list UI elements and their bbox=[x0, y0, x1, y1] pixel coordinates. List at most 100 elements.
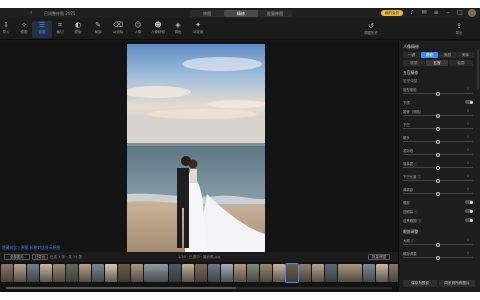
menu-icon[interactable]: ≡ bbox=[432, 9, 440, 17]
panel-scrollbar[interactable] bbox=[477, 49, 479, 89]
tool-local[interactable]: ✎ 局部 bbox=[88, 21, 108, 38]
tool-ai-background[interactable]: ✦ AI背景 bbox=[188, 21, 208, 38]
slider[interactable] bbox=[403, 152, 473, 157]
slider-handle[interactable] bbox=[436, 152, 440, 157]
photo-preview[interactable] bbox=[127, 44, 265, 252]
filmstrip-thumbnail[interactable] bbox=[66, 264, 78, 282]
tool-retouch[interactable]: ✧ 修图 bbox=[14, 21, 34, 38]
back-arrow-icon[interactable]: ‹ bbox=[30, 10, 36, 16]
filmstrip-thumbnail[interactable] bbox=[299, 264, 311, 282]
app-window: ‹ 已调整修图 2025 修图 精修 批量修图 我的会员 ♪ ✉ ≡ – □ ⇩… bbox=[0, 8, 480, 292]
face-icon: ☻ bbox=[154, 21, 162, 29]
history-button[interactable]: ↺ 调整历史 bbox=[360, 22, 382, 36]
toggle-switch[interactable] bbox=[465, 218, 473, 222]
filmstrip-thumbnail[interactable] bbox=[363, 264, 375, 282]
photo-canvas[interactable]: 隐藏对比 | 原图 长按对比显示原图 bbox=[0, 41, 398, 252]
slider-handle[interactable] bbox=[436, 242, 440, 247]
filmstrip-thumbnail[interactable] bbox=[53, 264, 65, 282]
filmstrip-thumbnail[interactable] bbox=[325, 264, 337, 282]
tool-adjust[interactable]: ☰ 调整 bbox=[32, 21, 52, 38]
filmstrip-thumbnail[interactable] bbox=[40, 264, 52, 282]
filmstrip-thumbnail[interactable] bbox=[118, 264, 130, 282]
wedding-photo-image bbox=[127, 44, 265, 252]
slider[interactable] bbox=[403, 242, 473, 247]
control-label: 祛眼袋 ⓘ bbox=[403, 210, 418, 214]
slider[interactable] bbox=[403, 126, 473, 131]
filmstrip-thumbnail[interactable] bbox=[273, 264, 285, 282]
slider-handle[interactable] bbox=[436, 165, 440, 170]
maximize-icon[interactable]: □ bbox=[456, 9, 464, 17]
filmstrip-thumbnail[interactable] bbox=[169, 264, 181, 282]
slider-handle[interactable] bbox=[436, 139, 440, 144]
all-images-button[interactable]: 全部图片 bbox=[4, 254, 30, 260]
tool-ai-erase[interactable]: ⌫ AI消除 bbox=[108, 21, 128, 38]
filmstrip-thumbnail[interactable] bbox=[247, 264, 259, 282]
filmstrip-thumbnail[interactable] bbox=[27, 264, 39, 282]
slider-handle[interactable] bbox=[436, 255, 440, 260]
save-preset-button[interactable]: 保存为预设 bbox=[403, 280, 437, 287]
slider[interactable] bbox=[403, 191, 473, 196]
filmstrip-thumbnail[interactable] bbox=[376, 264, 388, 282]
crop-icon: ⌗ bbox=[58, 21, 62, 29]
minimize-icon[interactable]: – bbox=[444, 9, 452, 17]
segment-fine[interactable]: 精修 bbox=[421, 52, 438, 58]
tool-portrait-retouch[interactable]: ☻ 人像精修 bbox=[148, 21, 168, 38]
slider[interactable] bbox=[403, 255, 473, 260]
bell-icon[interactable]: ♪ bbox=[408, 9, 416, 17]
filmstrip-thumbnail[interactable] bbox=[14, 264, 26, 282]
vip-badge[interactable]: 我的会员 bbox=[381, 10, 403, 16]
toggle-switch[interactable] bbox=[465, 209, 473, 213]
filmstrip-thumbnail[interactable] bbox=[92, 264, 104, 282]
slider-handle[interactable] bbox=[436, 91, 440, 96]
filmstrip-thumbnail[interactable] bbox=[79, 264, 91, 282]
slider-handle[interactable] bbox=[436, 126, 440, 131]
tool-crop[interactable]: ⌗ 裁切 bbox=[50, 21, 70, 38]
filmstrip-thumbnail[interactable] bbox=[1, 264, 13, 282]
tool-portrait[interactable]: ☺ 人像 bbox=[128, 21, 148, 38]
filmstrip-thumbnail[interactable] bbox=[285, 263, 299, 283]
tool-color[interactable]: ◈ 调色 bbox=[168, 21, 188, 38]
filmstrip-thumbnail[interactable] bbox=[338, 264, 362, 282]
control-value: 0 bbox=[467, 135, 470, 139]
filmstrip-thumbnail[interactable] bbox=[312, 264, 324, 282]
palette-icon: ◈ bbox=[175, 21, 181, 29]
export-button[interactable]: ⇪ 导出 bbox=[448, 22, 470, 36]
segment-contour[interactable]: 轮廓 bbox=[449, 60, 473, 66]
slider[interactable] bbox=[403, 91, 473, 96]
slider[interactable] bbox=[403, 178, 473, 183]
toggle-switch[interactable] bbox=[465, 100, 473, 104]
filmstrip-thumbnail[interactable] bbox=[234, 264, 246, 282]
message-icon[interactable]: ✉ bbox=[420, 9, 428, 17]
segment-skin[interactable]: 肤质 bbox=[403, 60, 425, 66]
batch-retouch-button[interactable]: 批量修图 bbox=[368, 254, 390, 260]
slider-handle[interactable] bbox=[436, 113, 440, 118]
avatar[interactable] bbox=[468, 9, 476, 17]
slider-handle[interactable] bbox=[436, 178, 440, 183]
filmstrip-scrollbar[interactable] bbox=[0, 284, 398, 292]
filmstrip-thumbnail[interactable] bbox=[182, 264, 194, 282]
filmstrip-thumbnail[interactable] bbox=[260, 264, 272, 282]
sync-all-button[interactable]: 同步到所有图片 bbox=[439, 280, 475, 287]
filmstrip-thumbnail[interactable] bbox=[208, 264, 220, 282]
segment-oneclick[interactable]: 一键 bbox=[403, 52, 420, 58]
filmstrip-thumbnail[interactable] bbox=[144, 264, 168, 282]
filmstrip-thumbnail[interactable] bbox=[131, 264, 143, 282]
scrollbar-thumb[interactable] bbox=[6, 287, 236, 289]
slider[interactable] bbox=[403, 165, 473, 170]
slider-handle[interactable] bbox=[436, 191, 440, 196]
tab-batch[interactable]: 批量修图 bbox=[258, 10, 292, 17]
filmstrip-thumbnail[interactable] bbox=[105, 264, 117, 282]
filmstrip-thumbnail[interactable] bbox=[221, 264, 233, 282]
toggle-switch[interactable] bbox=[465, 200, 473, 204]
tab-retouch[interactable]: 精修 bbox=[224, 10, 258, 17]
exported-button[interactable]: 已导出 bbox=[32, 254, 48, 260]
tab-edit[interactable]: 修图 bbox=[190, 10, 224, 17]
sliders-icon: ☰ bbox=[38, 21, 46, 29]
segment-features[interactable]: 五官 bbox=[426, 60, 448, 66]
filmstrip-thumbnail[interactable] bbox=[195, 264, 207, 282]
segment-beauty[interactable]: 美颜 bbox=[439, 52, 456, 58]
slider[interactable] bbox=[403, 139, 473, 144]
segment-body[interactable]: 美体 bbox=[457, 52, 474, 58]
tool-mask[interactable]: ◐ 蒙版 bbox=[68, 21, 88, 38]
slider[interactable] bbox=[403, 113, 473, 118]
